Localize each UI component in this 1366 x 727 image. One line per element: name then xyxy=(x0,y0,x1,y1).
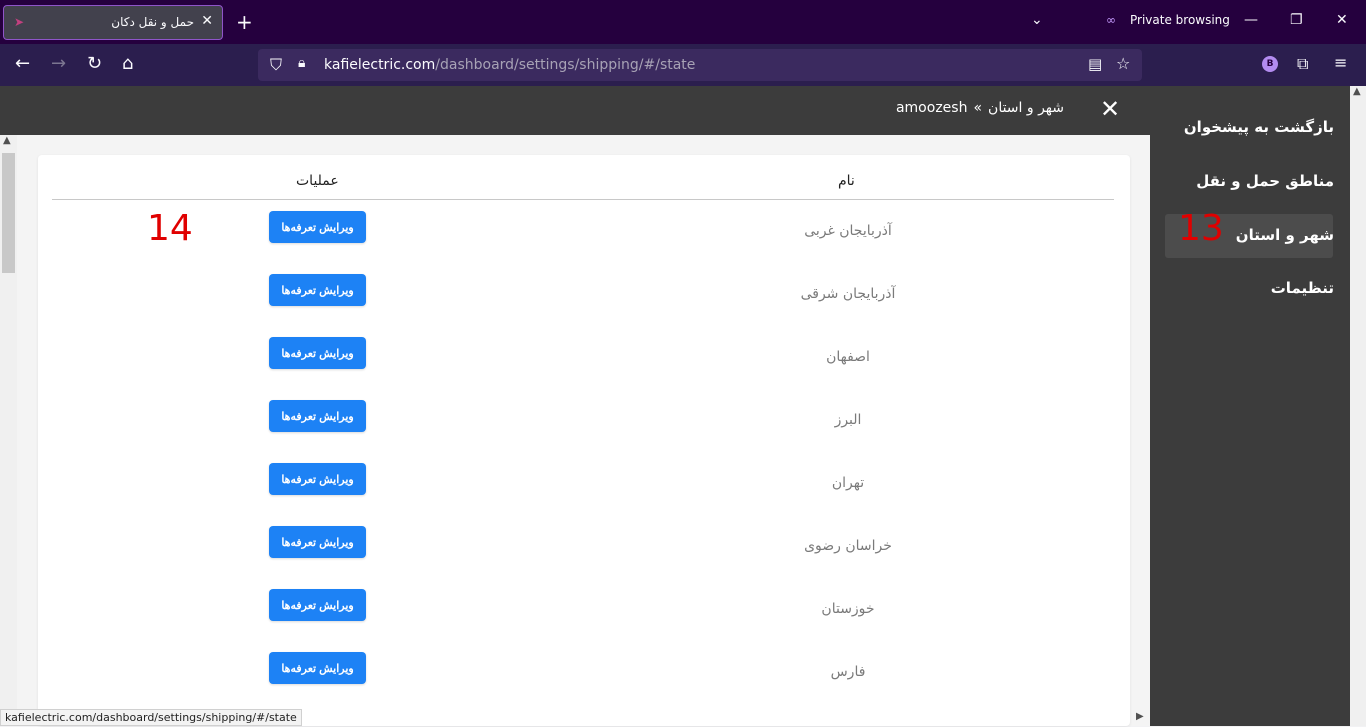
sidebar-item-settings[interactable]: تنظیمات xyxy=(1154,279,1334,297)
header-divider xyxy=(52,199,1114,200)
edit-rates-button[interactable]: ویرایش تعرفه‌ها xyxy=(269,526,366,558)
edit-rates-button[interactable]: ویرایش تعرفه‌ها xyxy=(269,337,366,369)
breadcrumb-separator: » xyxy=(973,100,983,116)
table-row: آذربایجان شرقی ویرایش تعرفه‌ها xyxy=(38,274,1130,349)
scrollbar-thumb[interactable] xyxy=(2,153,15,273)
state-name: فارس xyxy=(830,664,866,680)
close-icon[interactable]: ✕ xyxy=(1100,96,1120,122)
shield-icon[interactable]: ⛉ xyxy=(270,55,282,75)
scroll-up-icon[interactable]: ▲ xyxy=(3,135,11,146)
window-minimize-button[interactable]: — xyxy=(1244,12,1258,28)
url-path: /dashboard/settings/shipping/#/state xyxy=(435,57,696,73)
edit-rates-button[interactable]: ویرایش تعرفه‌ها xyxy=(269,652,366,684)
list-all-tabs-icon[interactable]: ⌄ xyxy=(1031,12,1043,28)
sidebar-item-shipping-zones[interactable]: مناطق حمل و نقل xyxy=(1154,172,1334,190)
column-header-actions: عملیات xyxy=(296,173,339,189)
breadcrumb-root[interactable]: amoozesh xyxy=(896,100,967,116)
bookmark-star-icon[interactable]: ☆ xyxy=(1116,54,1130,73)
browser-tab[interactable]: ➤ حمل و نقل دکان ✕ xyxy=(3,5,223,40)
browser-nav-bar: ← → ↻ ⌂ ⛉ 🔒︎ kafielectric.com/dashboard/… xyxy=(0,44,1366,86)
state-name: تهران xyxy=(831,475,865,491)
tab-title: حمل و نقل دکان xyxy=(111,15,194,29)
sidebar: بازگشت به پیشخوان مناطق حمل و نقل شهر و … xyxy=(1150,86,1366,726)
tab-close-icon[interactable]: ✕ xyxy=(201,13,213,29)
state-name: آذربایجان غربی xyxy=(804,223,892,239)
extensions-puzzle-icon[interactable]: ⧉ xyxy=(1297,54,1308,74)
back-arrow-icon[interactable]: ← xyxy=(15,54,30,74)
profile-avatar[interactable]: B xyxy=(1262,56,1278,72)
breadcrumb-current: شهر و استان xyxy=(988,100,1064,116)
state-name: خوزستان xyxy=(821,601,875,617)
table-row: خوزستان ویرایش تعرفه‌ها xyxy=(38,589,1130,664)
state-name: آذربایجان شرقی xyxy=(800,286,896,302)
state-name: اصفهان xyxy=(826,349,870,365)
new-tab-button[interactable]: + xyxy=(236,10,253,34)
state-name: البرز xyxy=(834,412,862,428)
reload-icon[interactable]: ↻ xyxy=(87,54,102,74)
edit-rates-button[interactable]: ویرایش تعرفه‌ها xyxy=(269,211,366,243)
table-row: آذربایجان غربی ویرایش تعرفه‌ها xyxy=(38,211,1130,286)
breadcrumb: شهر و استان » amoozesh xyxy=(896,100,1064,116)
scroll-up-icon[interactable]: ▲ xyxy=(1353,86,1361,97)
url-text[interactable]: kafielectric.com/dashboard/settings/ship… xyxy=(324,57,695,73)
window-restore-button[interactable]: ❐ xyxy=(1290,12,1303,28)
table-row: تهران ویرایش تعرفه‌ها xyxy=(38,463,1130,538)
private-browsing-indicator: ∞ Private browsing xyxy=(1106,13,1230,27)
sidebar-item-dashboard[interactable]: بازگشت به پیشخوان xyxy=(1154,118,1334,136)
scroll-right-icon[interactable]: ▶ xyxy=(1136,711,1144,722)
state-name: خراسان رضوی xyxy=(804,538,892,554)
edit-rates-button[interactable]: ویرایش تعرفه‌ها xyxy=(269,400,366,432)
window-close-button[interactable]: ✕ xyxy=(1336,12,1348,28)
table-row: خراسان رضوی ویرایش تعرفه‌ها xyxy=(38,526,1130,601)
browser-tab-bar: ➤ حمل و نقل دکان ✕ + ⌄ ∞ Private browsin… xyxy=(0,0,1366,44)
private-mask-icon: ∞ xyxy=(1106,13,1116,27)
states-table-card: نام عملیات آذربایجان غربی ویرایش تعرفه‌ه… xyxy=(38,155,1130,726)
table-row: البرز ویرایش تعرفه‌ها xyxy=(38,400,1130,475)
sidebar-scrollbar[interactable]: ▲ xyxy=(1350,86,1366,726)
lock-icon[interactable]: 🔒︎ xyxy=(298,55,305,71)
private-browsing-label: Private browsing xyxy=(1130,13,1230,27)
forward-arrow-icon[interactable]: → xyxy=(51,54,66,74)
reader-view-icon[interactable]: ▤ xyxy=(1088,55,1102,73)
content-scrollbar[interactable]: ▲ xyxy=(0,135,17,726)
url-domain: kafielectric.com xyxy=(324,57,436,73)
table-row: اصفهان ویرایش تعرفه‌ها xyxy=(38,337,1130,412)
edit-rates-button[interactable]: ویرایش تعرفه‌ها xyxy=(269,589,366,621)
page-header: ✕ شهر و استان » amoozesh xyxy=(0,86,1150,135)
edit-rates-button[interactable]: ویرایش تعرفه‌ها xyxy=(269,274,366,306)
home-icon[interactable]: ⌂ xyxy=(122,54,133,74)
hamburger-menu-icon[interactable]: ≡ xyxy=(1334,53,1347,72)
column-header-name: نام xyxy=(838,173,855,189)
favicon-icon: ➤ xyxy=(14,15,25,29)
annotation-marker-13: 13 xyxy=(1178,208,1224,249)
edit-rates-button[interactable]: ویرایش تعرفه‌ها xyxy=(269,463,366,495)
url-bar[interactable]: ⛉ 🔒︎ kafielectric.com/dashboard/settings… xyxy=(258,49,1142,81)
annotation-marker-14: 14 xyxy=(147,208,193,249)
status-bar-url: kafielectric.com/dashboard/settings/ship… xyxy=(0,709,302,726)
